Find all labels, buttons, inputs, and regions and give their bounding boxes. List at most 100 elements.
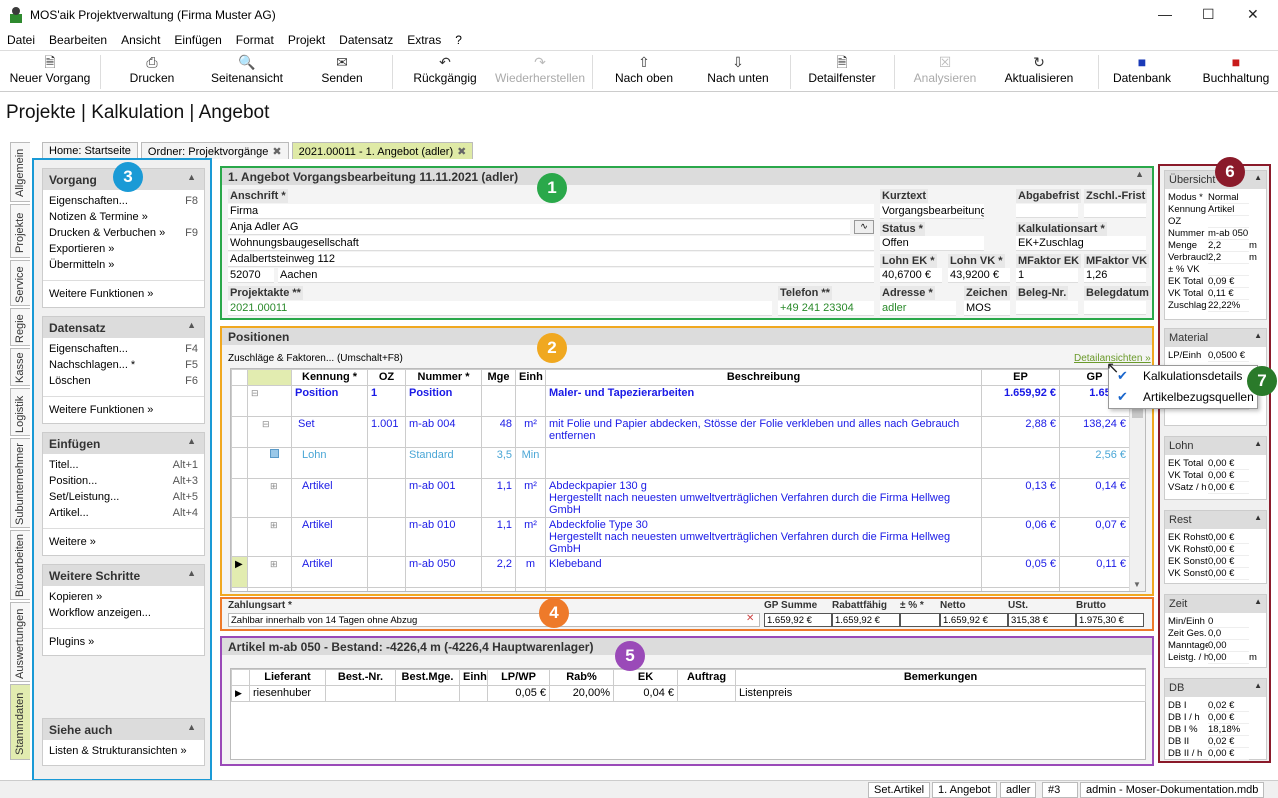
kv-value[interactable]: 0,00 € (1208, 458, 1249, 470)
minimize-icon[interactable]: — (1158, 6, 1172, 22)
vtab-regie[interactable]: Regie (10, 308, 30, 346)
sidebar-item[interactable]: Eigenschaften... F8 (43, 194, 204, 210)
address-line-1[interactable]: Firma (228, 204, 874, 219)
group-header[interactable]: Datensatz ▲ (43, 317, 204, 338)
close-icon[interactable]: ✕ (1247, 6, 1259, 23)
menu-item-kalkulationsdetails[interactable]: ✔ Kalkulationsdetails (1109, 366, 1257, 387)
tab-angebot[interactable]: 2021.00011 - 1. Angebot (adler) ✖ (291, 142, 474, 159)
tree-toggle-icon[interactable]: ⊞ (270, 520, 278, 530)
status-field[interactable]: Offen (880, 236, 984, 251)
address-line-3[interactable]: Wohnungsbaugesellschaft (228, 236, 874, 251)
sidebar-item[interactable]: Eigenschaften... F4 (43, 342, 204, 358)
kv-value[interactable]: 0,00 (1208, 640, 1249, 652)
collapse-icon[interactable]: ▲ (1254, 331, 1262, 340)
address-line-2[interactable]: Anja Adler AG (228, 220, 850, 235)
kurztext-field[interactable]: Vorgangsbearbeitung (880, 204, 984, 219)
sidebar-more[interactable]: Weitere » (43, 535, 204, 551)
sidebar-item[interactable]: Übermitteln » (43, 258, 204, 274)
projektakte-field[interactable]: 2021.00011 (228, 301, 772, 316)
kv-value[interactable]: Artikel (1208, 204, 1249, 216)
kv-value[interactable]: 0,00 € (1208, 482, 1249, 494)
collapse-icon[interactable]: ▲ (1254, 173, 1262, 182)
sidebar-item[interactable]: Titel... Alt+1 (43, 458, 204, 474)
collapse-icon[interactable]: ▲ (187, 172, 196, 182)
vtab-logistik[interactable]: Logistik (10, 388, 30, 436)
group-header[interactable]: Lohn ▲ (1165, 437, 1266, 455)
mfvk-field[interactable]: 1,26 (1084, 268, 1146, 283)
kv-value[interactable]: 0,00 € (1208, 712, 1249, 724)
analyze-button[interactable]: ☒ Analysieren (906, 53, 984, 91)
undo-button[interactable]: ↶ Rückgängig (404, 53, 486, 91)
kv-value[interactable]: 0,02 € (1208, 700, 1249, 712)
sidebar-more[interactable]: Weitere Funktionen » (43, 403, 204, 419)
sidebar-item[interactable]: Kopieren » (43, 590, 204, 606)
city-field[interactable]: Aachen (278, 268, 874, 283)
group-header[interactable]: Material ▲ (1165, 329, 1266, 347)
sidebar-more[interactable]: Weitere Funktionen » (43, 287, 204, 303)
group-header[interactable]: Siehe auch ▲ (43, 719, 204, 740)
table-row[interactable]: ⊟ Position 1 Position Maler- und Tapezier… (231, 385, 1130, 417)
sidebar-item[interactable]: Artikel... Alt+4 (43, 506, 204, 522)
address-line-4[interactable]: Adalbertsteinweg 112 (228, 252, 874, 267)
sidebar-item[interactable]: Position... Alt+3 (43, 474, 204, 490)
menu-format[interactable]: Format (229, 30, 281, 50)
telefon-field[interactable]: +49 241 23304 (778, 301, 874, 316)
collapse-icon[interactable]: ▲ (187, 568, 196, 578)
group-header[interactable]: DB ▲ (1165, 679, 1266, 697)
tree-toggle-icon[interactable]: ⊞ (270, 559, 278, 569)
table-row[interactable]: ⊟ Set 1.001 m-ab 004 48 m² mit Folie und Pa… (231, 416, 1130, 448)
positions-grid[interactable]: Kennung * OZ Nummer * Mge Einh Beschreibung… (230, 368, 1146, 592)
menu-bearbeiten[interactable]: Bearbeiten (42, 30, 114, 50)
kv-value[interactable]: 0,11 € (1208, 288, 1249, 300)
vtab-bueroarbeiten[interactable]: Büroarbeiten (10, 530, 30, 600)
sidebar-item[interactable]: Drucken & Verbuchen » F9 (43, 226, 204, 242)
kv-value[interactable]: 2,2 (1208, 252, 1249, 264)
tree-toggle-icon[interactable]: ⊟ (262, 419, 270, 429)
signature-icon[interactable]: ∿ (854, 220, 874, 234)
clear-icon[interactable]: ✕ (746, 613, 754, 624)
sidebar-item[interactable]: Exportieren » (43, 242, 204, 258)
table-row[interactable]: ⊞ Artikel m-ab 010 1,1 m² Abdeckfolie Type… (231, 517, 1130, 557)
table-row[interactable]: Lohn Standard 3,5 Min 2,56 € (231, 447, 1130, 479)
kv-value[interactable]: 0,00 € (1208, 544, 1249, 556)
menu-item-artikelbezugsquellen[interactable]: ✔ Artikelbezugsquellen (1109, 387, 1257, 408)
kv-value[interactable]: 0,00 € (1208, 532, 1249, 544)
kv-value[interactable]: 0,00 € (1208, 748, 1249, 760)
kv-value[interactable]: 0,00 € (1208, 568, 1249, 580)
zip-field[interactable]: 52070 (228, 268, 274, 283)
group-header[interactable]: Einfügen ▲ (43, 433, 204, 454)
menu-einfuegen[interactable]: Einfügen (167, 30, 228, 50)
zschl-field[interactable] (1084, 204, 1146, 218)
sidebar-item[interactable]: Set/Leistung... Alt+5 (43, 490, 204, 506)
database-button[interactable]: ■ Datenbank (1108, 53, 1176, 91)
menu-help[interactable]: ? (448, 30, 469, 50)
sidebar-item[interactable]: Nachschlagen... * F5 (43, 358, 204, 374)
abgabefrist-field[interactable] (1016, 204, 1078, 218)
kv-value[interactable]: 0 (1208, 616, 1249, 628)
collapse-icon[interactable]: ▲ (1254, 513, 1262, 522)
kv-value[interactable]: 0,02 € (1208, 736, 1249, 748)
collapse-icon[interactable]: ▲ (1254, 439, 1262, 448)
vtab-allgemein[interactable]: Allgemein (10, 142, 30, 202)
menu-datensatz[interactable]: Datensatz (332, 30, 400, 50)
mfek-field[interactable]: 1 (1016, 268, 1078, 283)
kv-value[interactable]: 0,00 € (1208, 470, 1249, 482)
table-row[interactable]: ▶ riesenhuber 0,05 €20,00% 0,04 € Listenp… (231, 685, 1146, 702)
print-button[interactable]: ⎙ Drucken (116, 53, 188, 91)
table-row[interactable]: ▶ ⊞ Artikel m-ab 050 2,2 m Klebeband 0,05 €… (231, 556, 1130, 588)
tab-ordner[interactable]: Ordner: Projektvorgänge ✖ (140, 142, 289, 159)
tree-toggle-icon[interactable]: ⊞ (262, 590, 270, 591)
menu-datei[interactable]: Datei (0, 30, 42, 50)
kv-value[interactable] (1208, 216, 1249, 228)
refresh-button[interactable]: ↻ Aktualisieren (998, 53, 1080, 91)
rabattfaehig-field[interactable]: 1.659,92 € (832, 613, 900, 627)
table-row[interactable]: ⊞ ... ... (231, 587, 1130, 591)
maximize-icon[interactable]: ☐ (1202, 6, 1215, 23)
accounting-button[interactable]: ■ Buchhaltung (1196, 53, 1276, 91)
close-tab-icon[interactable]: ✖ (272, 146, 281, 158)
tree-toggle-icon[interactable]: ⊞ (270, 481, 278, 491)
kv-value[interactable]: 0,0 (1208, 628, 1249, 640)
send-button[interactable]: ✉ Senden (312, 53, 372, 91)
zuschlaege-link[interactable]: Zuschläge & Faktoren... (Umschalt+F8) (228, 353, 403, 364)
vtab-subunternehmer[interactable]: Subunternehmer (10, 438, 30, 528)
